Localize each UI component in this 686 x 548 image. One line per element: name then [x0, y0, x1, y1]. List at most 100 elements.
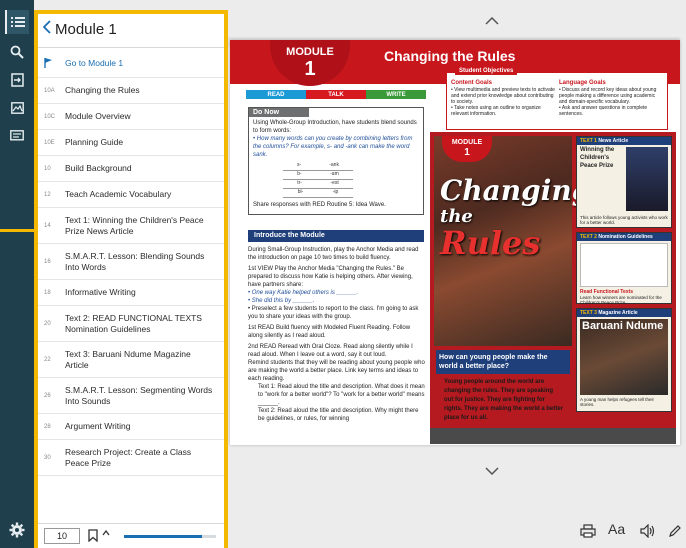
- essential-question: How can young people make the world a be…: [436, 350, 570, 374]
- panel-title: Module 1: [55, 21, 117, 38]
- settings-gear-icon[interactable]: [9, 522, 25, 543]
- flag-icon: [44, 57, 52, 70]
- app-window: MODULE 1 Changing the Rules READ TALK WR…: [0, 0, 686, 548]
- word-row: tr- -est: [283, 180, 353, 189]
- next-page-chevron-down-icon[interactable]: [480, 461, 504, 481]
- toc-label: Argument Writing: [65, 421, 131, 431]
- cover-title-line-1: Changing: [440, 174, 592, 207]
- page-number-input[interactable]: 10: [44, 528, 80, 544]
- card-photo: [626, 147, 668, 211]
- toc-label: Text 2: READ FUNCTIONAL TEXTS Nomination…: [65, 312, 202, 334]
- toc-page-number: 10: [44, 165, 51, 172]
- left-part: bl-: [297, 189, 304, 195]
- search-icon[interactable]: [5, 40, 29, 64]
- do-now-question: • How many words can you create by combi…: [253, 136, 413, 158]
- toc-page-number: 14: [44, 222, 51, 229]
- cover-answer-text: Young people around the world are changi…: [444, 379, 564, 421]
- toc-item-go-to-module[interactable]: Go to Module 1: [38, 50, 224, 78]
- left-part: b-: [297, 171, 302, 177]
- toc-item[interactable]: 28 Argument Writing: [38, 414, 224, 440]
- toc-item[interactable]: 10A Changing the Rules: [38, 78, 224, 104]
- bullet-3: • Preselect a few students to report to …: [248, 306, 419, 320]
- write-label: WRITE: [366, 90, 426, 99]
- text-card-2: TEXT 2 Nomination Guidelines Read Functi…: [576, 232, 672, 305]
- text-card-3: TEXT 3 Magazine Article Baruani Ndume A …: [576, 308, 672, 412]
- left-part: tr-: [297, 180, 302, 186]
- toc-item[interactable]: 20 Text 2: READ FUNCTIONAL TEXTS Nominat…: [38, 306, 224, 342]
- toc-item[interactable]: 26 S.M.A.R.T. Lesson: Segmenting Words I…: [38, 378, 224, 414]
- module-number: 1: [304, 58, 316, 80]
- text1-instructions: Text 1: Read aloud the title and descrip…: [258, 384, 425, 406]
- left-part: s-: [297, 162, 302, 168]
- card-description: A young man helps refugees tell their st…: [580, 397, 655, 407]
- notes-icon[interactable]: [5, 124, 29, 148]
- card-document-preview: [580, 243, 668, 287]
- back-button[interactable]: Module 1: [42, 20, 117, 39]
- text-size-button[interactable]: Aa: [608, 521, 625, 537]
- do-now-intro: Using Whole-Group Introduction, have stu…: [253, 120, 417, 134]
- reading-progress-bar[interactable]: [124, 535, 216, 538]
- toc-item[interactable]: 10E Planning Guide: [38, 130, 224, 156]
- annotate-pen-icon[interactable]: [668, 524, 682, 543]
- content-goal-2: • Take notes using an outline to organiz…: [451, 105, 541, 117]
- read-talk-write-bar: READ TALK WRITE: [246, 90, 426, 99]
- card-title: Winning the Children's Peace Prize: [580, 147, 615, 169]
- card-description: This article follows young activists who…: [580, 215, 668, 225]
- reading-progress-fill: [124, 535, 203, 538]
- toc-item[interactable]: 14 Text 1: Winning the Children's Peace …: [38, 208, 224, 244]
- language-goal-2: • Ask and answer questions in complete s…: [559, 105, 648, 117]
- word-columns: s- -ank b- -am tr- -est bl- -ip: [283, 162, 353, 198]
- word-row: b- -am: [283, 171, 353, 180]
- left-rail: [0, 0, 34, 548]
- toc-page-number: 10E: [44, 139, 55, 146]
- image-gallery-icon[interactable]: [5, 96, 29, 120]
- toc-label: Informative Writing: [65, 287, 136, 297]
- bullet-2: • She did this by ______.: [248, 298, 315, 304]
- toc-item[interactable]: 16 S.M.A.R.T. Lesson: Blending Sounds In…: [38, 244, 224, 280]
- toc-item[interactable]: 10 Build Background: [38, 156, 224, 182]
- toc-label: Build Background: [65, 163, 132, 173]
- introduce-module-heading: Introduce the Module: [248, 230, 424, 242]
- toc-label: Go to Module 1: [65, 58, 124, 68]
- panel-footer: 10: [38, 523, 224, 548]
- toc-item[interactable]: 10C Module Overview: [38, 104, 224, 130]
- lesson-body: During Small-Group Instruction, play the…: [248, 246, 426, 423]
- card-title: Baruani Ndume: [582, 320, 664, 332]
- module-cover-page: MODULE 1 Changing the Rules How can youn…: [430, 132, 676, 444]
- toc-page-number: 28: [44, 423, 51, 430]
- right-part: -am: [330, 171, 339, 177]
- panel-header: Module 1: [38, 14, 224, 48]
- toc-item[interactable]: 30 Research Project: Create a Class Peac…: [38, 440, 224, 476]
- card-number: TEXT 1: [580, 138, 597, 144]
- bookmark-icon[interactable]: [88, 529, 98, 547]
- toc-item[interactable]: 12 Teach Academic Vocabulary: [38, 182, 224, 208]
- highlight-callout-line: [0, 229, 34, 232]
- module-title: Changing the Rules: [384, 48, 516, 64]
- toc-item[interactable]: 22 Text 3: Baruani Ndume Magazine Articl…: [38, 342, 224, 378]
- toc-page-number: 20: [44, 320, 51, 327]
- chevron-left-icon: [42, 20, 51, 39]
- cover-module-number: 1: [464, 147, 470, 158]
- table-of-contents-icon[interactable]: [5, 10, 29, 34]
- card-type: Nomination Guidelines: [598, 234, 653, 240]
- toc-page-number: 22: [44, 356, 51, 363]
- cover-title: Changing the Rules: [440, 174, 592, 260]
- student-objectives-heading: Student Objectives: [455, 67, 518, 75]
- text-card-1: TEXT 1 News Article Winning the Children…: [576, 136, 672, 228]
- chevron-up-icon[interactable]: [102, 528, 110, 538]
- content-goal-1: • View multimedia and preview texts to a…: [451, 87, 555, 105]
- toc-label: Teach Academic Vocabulary: [65, 189, 172, 199]
- card-header: TEXT 2 Nomination Guidelines: [577, 233, 671, 241]
- toc-label: Text 1: Winning the Children's Peace Pri…: [65, 214, 204, 236]
- print-icon[interactable]: [580, 524, 596, 543]
- toc-item[interactable]: 18 Informative Writing: [38, 280, 224, 306]
- previous-page-chevron-up-icon[interactable]: [480, 11, 504, 31]
- module-toc-panel: Module 1 Go to Module 1 10A Changing the…: [34, 10, 228, 548]
- audio-speaker-icon[interactable]: [640, 523, 656, 543]
- toc-page-number: 30: [44, 454, 51, 461]
- right-part: -ank: [329, 162, 339, 168]
- word-row: s- -ank: [283, 162, 353, 171]
- toc-page-number: 10A: [44, 87, 55, 94]
- do-now-box: Do Now Using Whole-Group Introduction, h…: [248, 107, 424, 215]
- go-to-page-icon[interactable]: [5, 68, 29, 92]
